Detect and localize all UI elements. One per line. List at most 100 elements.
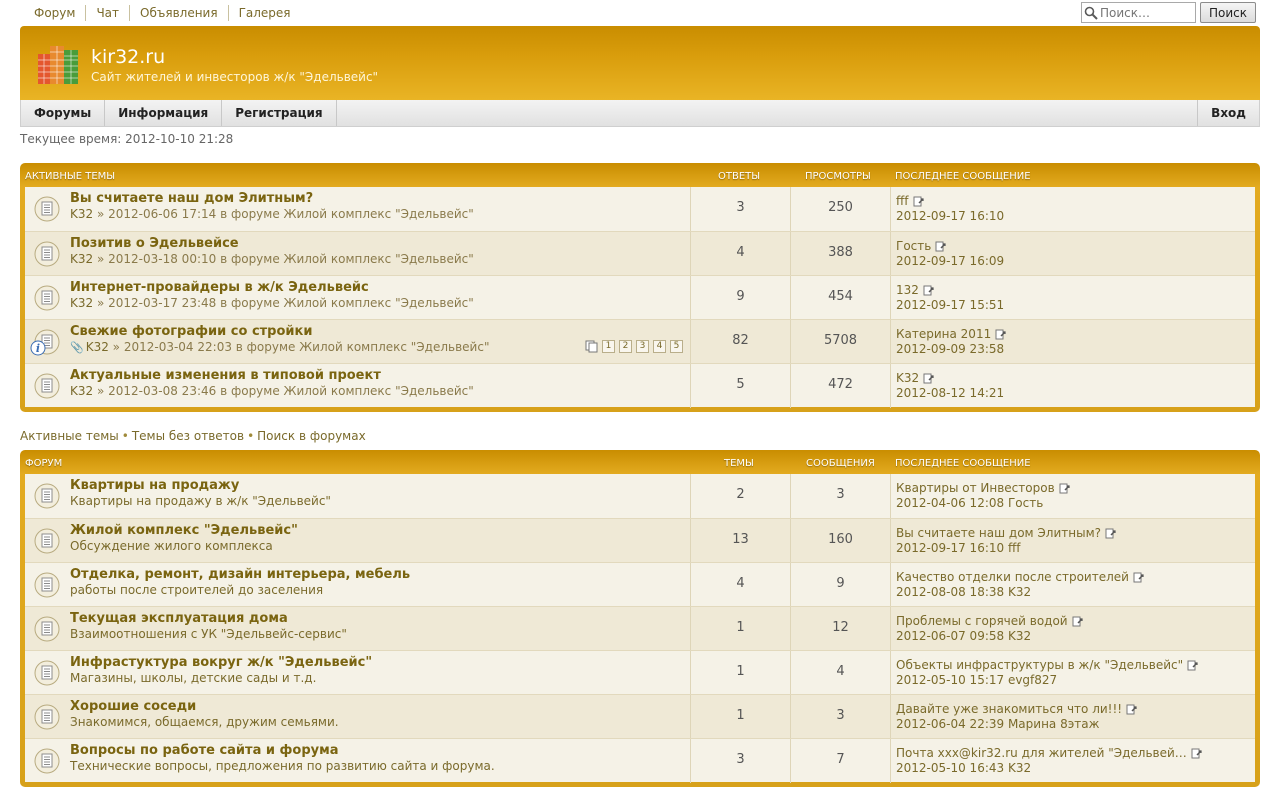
last-post-title[interactable]: Давайте уже знакомиться что ли!!! [896,702,1122,716]
forum-last-post: Проблемы с горячей водой 2012-06-07 09:58… [890,607,1260,651]
view-last-post-icon[interactable] [1191,748,1202,759]
view-last-post-icon[interactable] [923,373,934,384]
last-post-title[interactable]: Вы считаете наш дом Элитным? [896,526,1101,540]
topic-meta: K32 » 2012-03-17 23:48 в форуме Жилой ко… [70,296,474,310]
forum-posts-count: 7 [790,739,890,783]
topic-title[interactable]: Вы считаете наш дом Элитным? [70,191,313,206]
forum-title[interactable]: Инфрастуктура вокруг ж/к "Эдельвейс" [70,655,372,670]
search-button[interactable]: Поиск [1200,2,1257,23]
forum-last-post: Вы считаете наш дом Элитным? 2012-09-17 1… [890,519,1260,563]
toplink-ads[interactable]: Объявления [129,5,228,21]
topic-author[interactable]: K32 [70,207,93,221]
page-link[interactable]: 3 [636,340,649,353]
toplink-chat[interactable]: Чат [85,5,129,21]
forum-title[interactable]: Жилой комплекс "Эдельвейс" [70,523,298,538]
view-last-post-icon[interactable] [1133,572,1144,583]
last-post-date: 2012-06-07 09:58 K32 [896,629,1032,643]
last-post-title[interactable]: Квартиры от Инвесторов [896,481,1055,495]
last-post-author[interactable]: fff [896,194,909,208]
forum-title[interactable]: Квартиры на продажу [70,478,239,493]
view-last-post-icon[interactable] [1072,616,1083,627]
last-post-date: 2012-08-08 18:38 K32 [896,585,1032,599]
forum-last-post: Давайте уже знакомиться что ли!!! 2012-06… [890,695,1260,739]
forum-topics-count: 1 [690,607,790,651]
last-post-date: 2012-09-09 23:58 [896,342,1005,356]
view-last-post-icon[interactable] [1126,704,1137,715]
last-post-author[interactable]: 132 [896,283,919,297]
toplink-gallery[interactable]: Галерея [227,5,301,21]
current-time: Текущее время: 2012-10-10 21:28 [20,132,234,146]
nav-information[interactable]: Информация [105,100,223,126]
forum-topics-count: 2 [690,474,790,518]
nav-login[interactable]: Вход [1197,100,1259,126]
page-link[interactable]: 2 [619,340,632,353]
last-post-author[interactable]: Гость [896,239,931,253]
view-last-post-icon[interactable] [995,329,1006,340]
search-input[interactable] [1100,5,1192,20]
building-logo-icon[interactable] [36,40,80,86]
last-post-title[interactable]: Объекты инфраструктуры в ж/к "Эдельвейс" [896,658,1183,672]
forum-icon [34,528,60,557]
view-last-post-icon[interactable] [935,241,946,252]
topic-replies: 5 [690,364,790,408]
last-post-date: 2012-09-17 15:51 [896,298,1005,312]
last-post-date: 2012-05-10 15:17 evgf827 [896,673,1058,687]
last-post-title[interactable]: Качество отделки после строителей [896,570,1129,584]
forum-last-post: Квартиры от Инвесторов 2012-04-06 12:08 Г… [890,474,1260,518]
topic-author[interactable]: K32 [86,340,109,354]
attachment-icon: 📎 [70,341,84,354]
search-box[interactable] [1081,2,1196,23]
forum-posts-count: 3 [790,474,890,518]
topic-title[interactable]: Свежие фотографии со стройки [70,324,312,339]
topic-views: 454 [790,276,890,320]
topic-views: 388 [790,232,890,276]
topic-last-post: Катерина 2011 2012-09-09 23:58 [890,320,1260,364]
site-title[interactable]: kir32.ru [91,46,165,68]
topic-pages: 12345 [585,340,683,353]
forum-title[interactable]: Хорошие соседи [70,699,196,714]
topic-date: » 2012-03-17 23:48 в форуме Жилой компле… [96,296,474,310]
forum-posts-count: 9 [790,563,890,607]
view-last-post-icon[interactable] [923,285,934,296]
page-link[interactable]: 5 [670,340,683,353]
topic-title[interactable]: Актуальные изменения в типовой проект [70,368,381,383]
forum-description: Взаимоотношения с УК "Эдельвейс-сервис" [70,627,347,641]
view-last-post-icon[interactable] [1105,528,1116,539]
last-post-title[interactable]: Почта xxx@kir32.ru для жителей "Эдельвей… [896,746,1187,760]
topic-views: 472 [790,364,890,408]
forum-title[interactable]: Отделка, ремонт, дизайн интерьера, мебел… [70,567,410,582]
topic-author[interactable]: K32 [70,252,93,266]
topic-title[interactable]: Позитив о Эдельвейсе [70,236,239,251]
topic-author[interactable]: K32 [70,296,93,310]
link-active-topics[interactable]: Активные темы [20,429,119,443]
last-post-date: 2012-09-17 16:09 [896,254,1005,268]
topic-meta: 📎 K32 » 2012-03-04 22:03 в форуме Жилой к… [70,340,489,354]
forum-title[interactable]: Текущая эксплуатация дома [70,611,288,626]
view-last-post-icon[interactable] [1059,483,1070,494]
last-post-date: 2012-09-17 16:10 [896,209,1005,223]
page-link[interactable]: 4 [653,340,666,353]
last-post-title[interactable]: Проблемы с горячей водой [896,614,1068,628]
topic-row: Интернет-провайдеры в ж/к Эдельвейс K32 »… [25,275,1255,320]
last-post-date: 2012-08-12 14:21 [896,386,1005,400]
link-search-forums[interactable]: Поиск в форумах [257,429,366,443]
last-post-author[interactable]: K32 [896,371,919,385]
topic-date: » 2012-03-18 00:10 в форуме Жилой компле… [96,252,474,266]
active-topics-list: Вы считаете наш дом Элитным? K32 » 2012-0… [25,187,1255,408]
view-last-post-icon[interactable] [1187,660,1198,671]
topic-title[interactable]: Интернет-провайдеры в ж/к Эдельвейс [70,280,369,295]
nav-registration[interactable]: Регистрация [222,100,337,126]
topic-row: Вы считаете наш дом Элитным? K32 » 2012-0… [25,187,1255,231]
last-post-author[interactable]: Катерина 2011 [896,327,991,341]
active-topics-header: Активные темы Ответы Просмотры Последнее… [25,163,1255,187]
header-active-topics: Активные темы [25,171,116,182]
nav-forums[interactable]: Форумы [21,100,106,126]
link-unanswered[interactable]: Темы без ответов [132,429,244,443]
toplink-forum[interactable]: Форум [26,5,85,21]
page-link[interactable]: 1 [602,340,615,353]
forum-row: Квартиры на продажу Квартиры на продажу в… [25,474,1255,518]
topic-author[interactable]: K32 [70,384,93,398]
forum-title[interactable]: Вопросы по работе сайта и форума [70,743,339,758]
topic-last-post: 132 2012-09-17 15:51 [890,276,1260,320]
view-last-post-icon[interactable] [913,196,924,207]
